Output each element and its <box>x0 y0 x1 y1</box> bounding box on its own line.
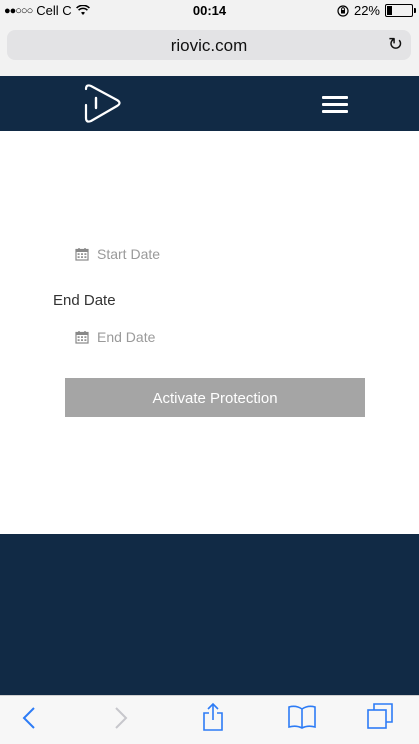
browser-toolbar <box>0 695 419 744</box>
url-text[interactable]: riovic.com <box>7 36 411 56</box>
play-logo-icon[interactable] <box>80 81 126 127</box>
calendar-icon <box>75 331 89 344</box>
forward-icon[interactable] <box>114 706 128 730</box>
end-date-field[interactable]: End Date <box>75 329 155 345</box>
battery-percent: 22% <box>353 3 380 18</box>
start-date-placeholder[interactable]: Start Date <box>97 246 160 262</box>
browser-address-area: riovic.com ↻ <box>0 22 419 76</box>
status-bar: ●●○○○ Cell C 00:14 22% <box>0 0 419 22</box>
bookmarks-icon[interactable] <box>287 704 317 730</box>
hamburger-menu-icon[interactable] <box>322 96 348 117</box>
address-bar[interactable]: riovic.com ↻ <box>7 30 411 60</box>
back-icon[interactable] <box>22 706 36 730</box>
activate-protection-button[interactable]: Activate Protection <box>65 378 365 417</box>
battery-icon <box>385 4 416 17</box>
status-right: 22% <box>337 3 416 18</box>
battery-level <box>387 6 392 15</box>
end-date-placeholder[interactable]: End Date <box>97 329 155 345</box>
site-header <box>0 76 419 131</box>
end-date-label: End Date <box>53 292 116 309</box>
tabs-icon[interactable] <box>366 702 394 730</box>
reload-icon[interactable]: ↻ <box>388 34 403 55</box>
share-icon[interactable] <box>202 702 224 732</box>
start-date-field[interactable]: Start Date <box>75 246 160 262</box>
site-footer <box>0 534 419 695</box>
calendar-icon <box>75 248 89 261</box>
orientation-lock-icon <box>337 4 349 17</box>
